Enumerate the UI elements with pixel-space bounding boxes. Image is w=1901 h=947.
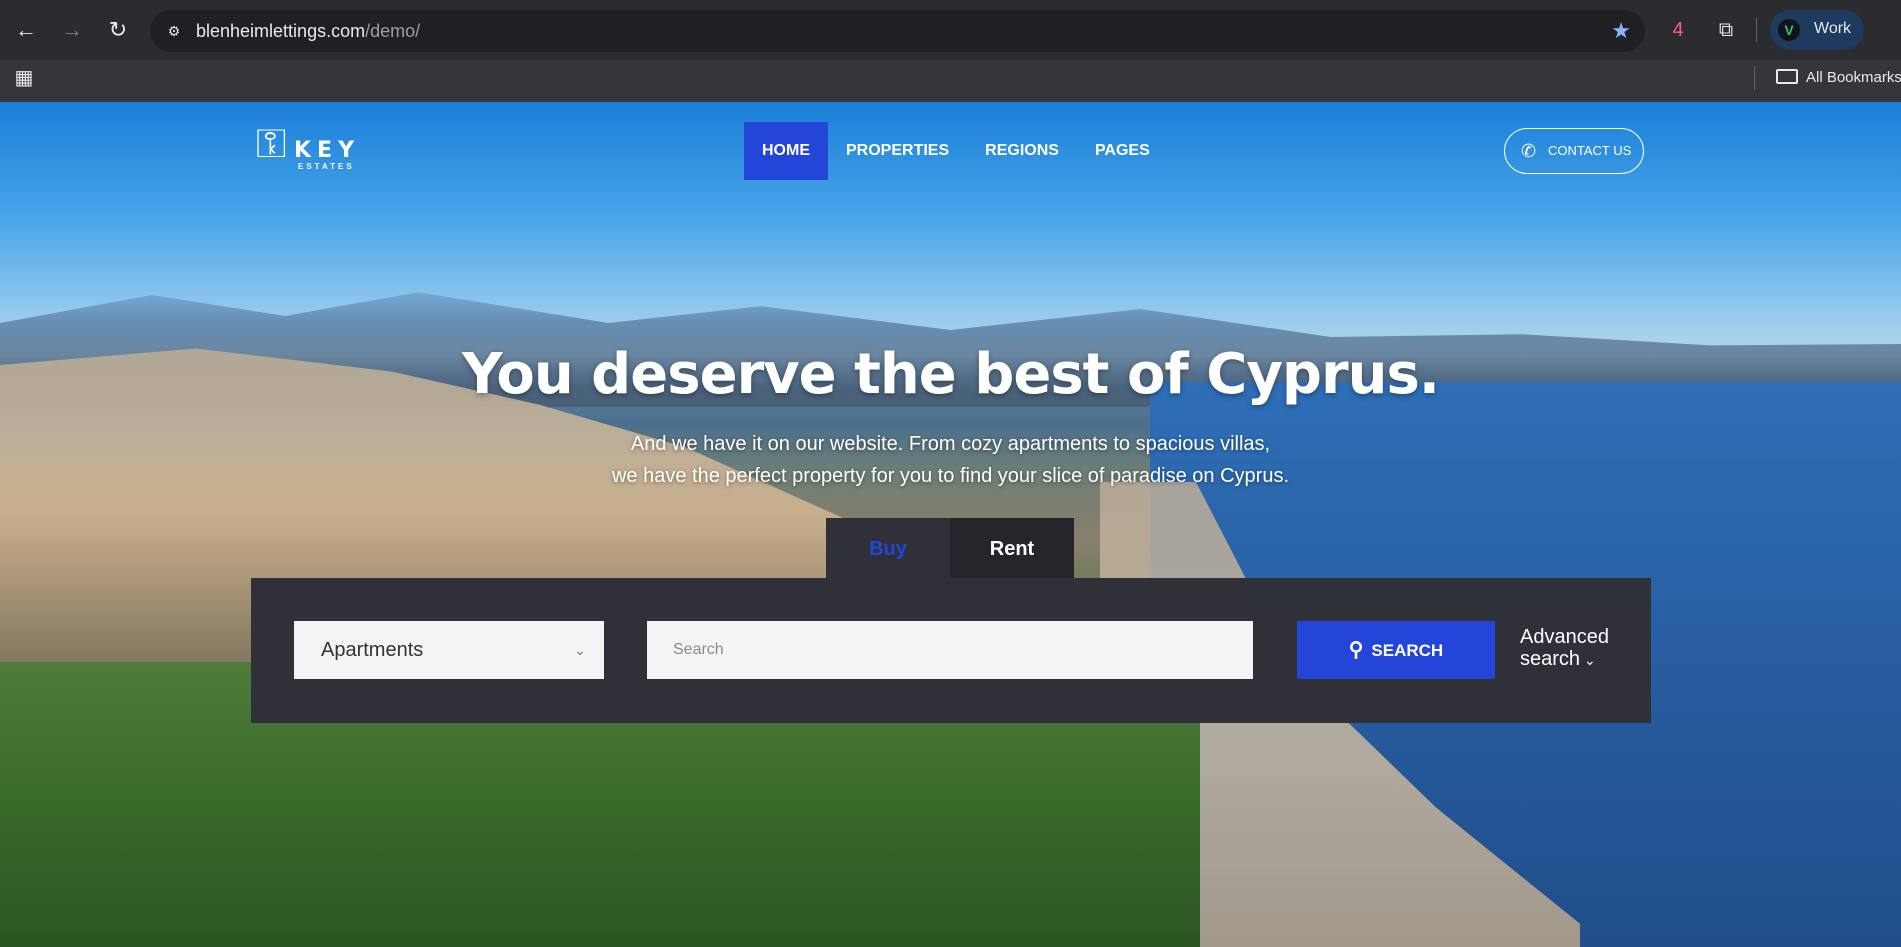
search-button[interactable]: ⚲ SEARCH [1297,621,1495,679]
main-nav: HOME PROPERTIES REGIONS PAGES [744,122,1168,180]
site-info-icon[interactable]: ⚙ [164,21,184,41]
back-icon[interactable]: ← [10,14,42,46]
nav-item-home[interactable]: HOME [744,122,828,180]
phone-icon: ✆ [1521,141,1537,161]
hero-subtitle-line-1: And we have it on our website. From cozy… [630,433,1271,455]
advanced-search-line-2: search [1520,648,1581,670]
tab-buy[interactable]: Buy [826,518,950,580]
bookmarks-divider [1754,66,1755,90]
url-text[interactable]: blenheimlettings.com/demo/ [196,21,420,42]
search-icon: ⚲ [1348,639,1364,661]
hero-title: You deserve the best of Cyprus. [461,342,1440,407]
profile-button[interactable]: V Work [1770,10,1864,50]
search-button-label: SEARCH [1371,641,1444,660]
nav-item-properties[interactable]: PROPERTIES [828,122,967,180]
page-viewport: ⚿ KEY ESTATES HOME PROPERTIES REGIONS PA… [0,102,1901,947]
address-bar[interactable]: ⚙ blenheimlettings.com/demo/ ★ [150,10,1645,52]
key-logo-icon: ⚿ [256,122,287,166]
nav-item-regions[interactable]: REGIONS [967,122,1077,180]
property-type-select[interactable]: Apartments ⌄ [294,621,604,679]
advanced-search-line-1: Advanced [1520,626,1609,648]
url-path: /demo/ [365,21,421,41]
all-bookmarks-button[interactable]: All Bookmarks [1776,66,1901,90]
url-domain: blenheimlettings.com [196,21,366,41]
extension-badge-icon[interactable]: 4 [1662,14,1694,46]
chevron-down-icon: ⌄ [1584,652,1596,668]
contact-us-label: CONTACT US [1548,143,1632,158]
apps-grid-icon[interactable]: ▦ [12,66,36,90]
forward-icon[interactable]: → [56,14,88,46]
advanced-search-toggle[interactable]: Advanced search ⌄ [1520,626,1609,671]
toolbar-divider [1756,18,1757,42]
nav-item-pages[interactable]: PAGES [1077,122,1168,180]
contact-us-button[interactable]: ✆ CONTACT US [1504,128,1644,174]
bookmarks-label: All Bookmarks [1806,69,1901,86]
bookmark-star-icon[interactable]: ★ [1611,18,1631,44]
chevron-down-icon: ⌄ [574,642,586,658]
search-input[interactable] [647,621,1253,679]
search-panel: Apartments ⌄ ⚲SEARCH Advanced search⌄ [251,578,1651,723]
extensions-icon[interactable]: ⧉ [1710,14,1742,46]
property-type-value: Apartments [321,639,424,661]
tab-rent[interactable]: Rent [950,518,1074,580]
logo-word: KEY [294,138,361,163]
reload-icon[interactable]: ↻ [102,14,134,46]
listing-type-tabs: Buy Rent [826,518,1074,580]
logo-subtitle: ESTATES [298,162,355,171]
profile-label: Work [1814,20,1852,37]
hero-subtitle-line-2: we have the perfect property for you to … [611,465,1290,487]
hero-subtitle: And we have it on our website. From cozy… [0,428,1901,492]
profile-avatar: V [1778,19,1800,41]
site-logo[interactable]: ⚿ KEY ESTATES [256,120,360,180]
folder-icon [1776,69,1798,84]
browser-chrome: ← → ↻ ⚙ blenheimlettings.com/demo/ ★ 4 ⧉… [0,0,1901,102]
